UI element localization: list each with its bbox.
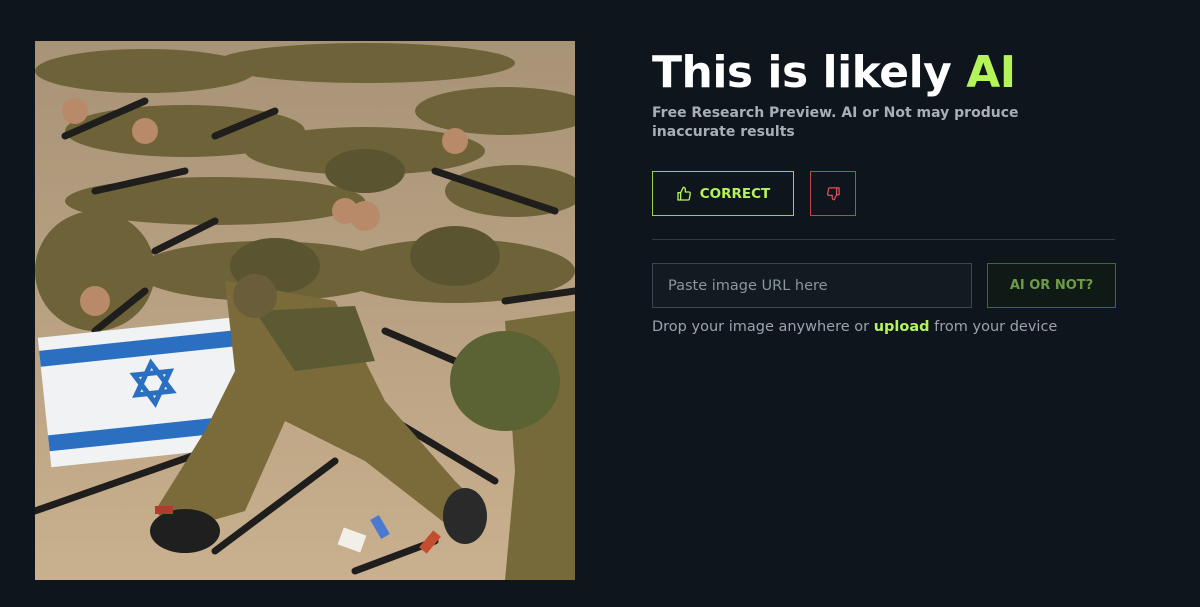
feedback-buttons: CORRECT bbox=[652, 171, 856, 216]
ai-or-not-page: This is likely AI Free Research Preview.… bbox=[0, 0, 1200, 607]
verdict-title: This is likely AI bbox=[652, 46, 1116, 100]
correct-button[interactable]: CORRECT bbox=[652, 171, 794, 216]
correct-button-label: CORRECT bbox=[699, 185, 771, 202]
ai-or-not-submit-button[interactable]: AI OR NOT? bbox=[987, 263, 1116, 308]
verdict-label: AI bbox=[966, 47, 1016, 98]
research-preview-disclaimer: Free Research Preview. AI or Not may pro… bbox=[652, 105, 1019, 140]
url-check-form: AI OR NOT? bbox=[652, 263, 1116, 308]
thumbs-up-icon bbox=[676, 186, 692, 202]
drop-hint-suffix: from your device bbox=[929, 319, 1058, 335]
analyzed-image-illustration bbox=[35, 41, 575, 580]
drop-upload-hint: Drop your image anywhere or upload from … bbox=[652, 319, 1057, 335]
image-url-input[interactable] bbox=[652, 263, 972, 308]
incorrect-button[interactable] bbox=[810, 171, 856, 216]
analyzed-image bbox=[35, 41, 575, 580]
result-panel: This is likely AI Free Research Preview.… bbox=[652, 46, 1116, 335]
section-divider bbox=[652, 239, 1115, 240]
drop-hint-text: Drop your image anywhere or bbox=[652, 319, 874, 335]
verdict-title-prefix: This is likely bbox=[652, 47, 967, 98]
thumbs-down-icon bbox=[826, 186, 841, 201]
upload-link[interactable]: upload bbox=[874, 319, 930, 335]
